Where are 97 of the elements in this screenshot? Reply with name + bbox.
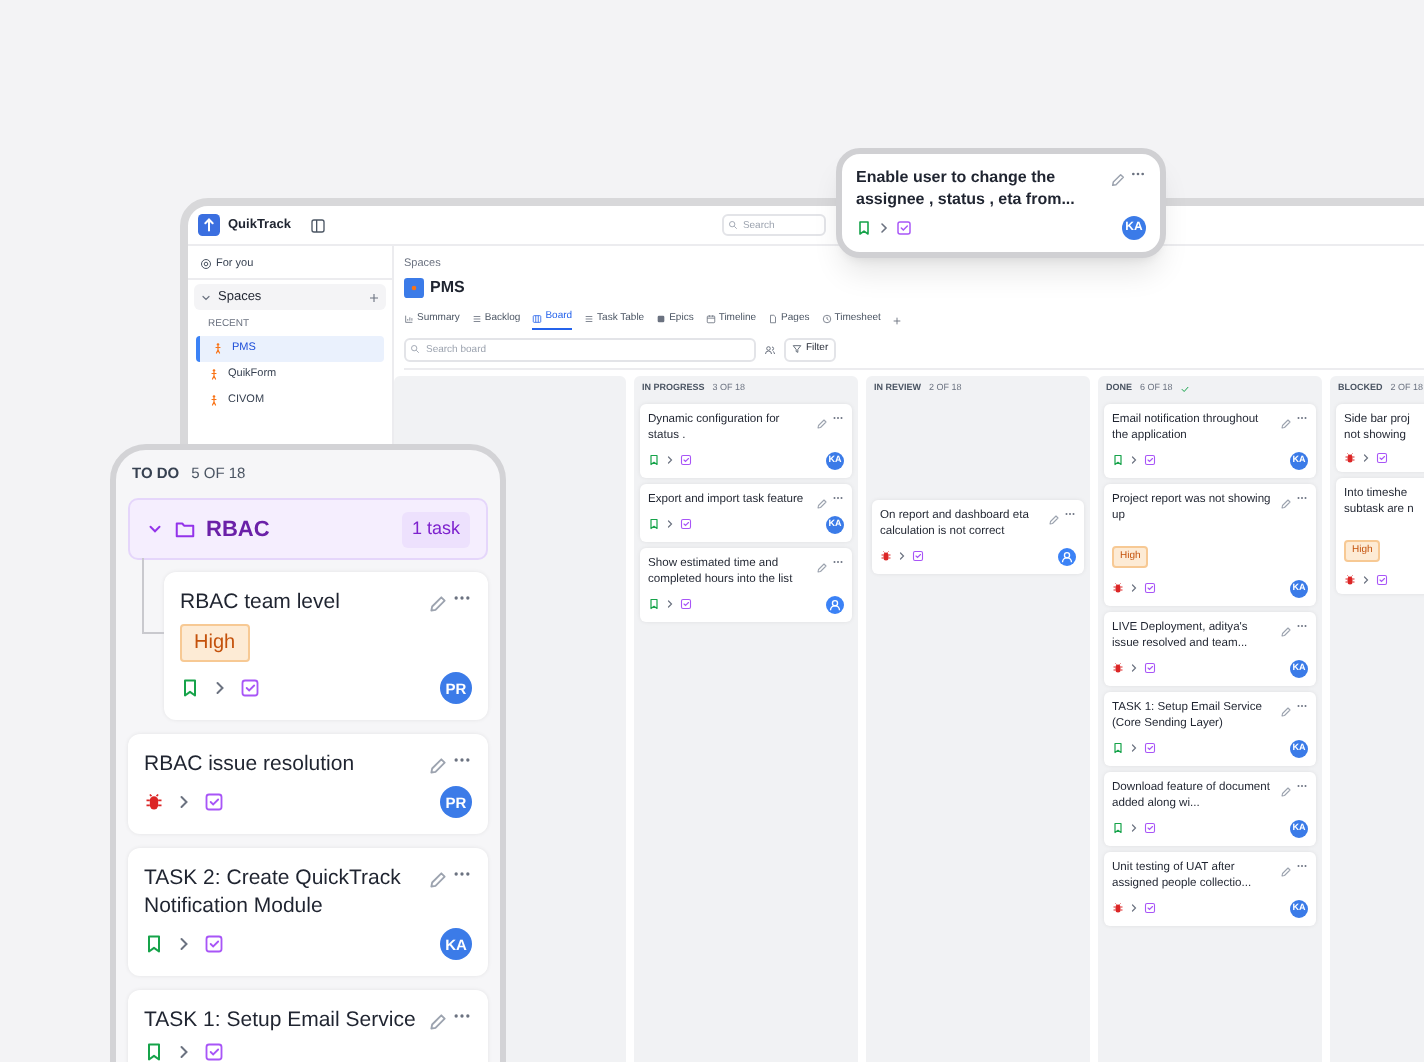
subtask-icon	[680, 598, 692, 611]
people-icon[interactable]	[764, 343, 776, 356]
search-icon	[410, 344, 420, 355]
chart-icon	[404, 314, 414, 324]
bug-icon	[1344, 573, 1356, 586]
user-avatar-icon[interactable]	[1058, 547, 1076, 566]
calendar-icon	[705, 314, 716, 324]
card-title: TASK 1: Setup Email Service	[144, 1006, 418, 1035]
bug-icon	[1344, 451, 1356, 464]
sidebar-toggle-icon[interactable]	[310, 217, 327, 233]
card-title: RBAC team level	[180, 588, 342, 617]
edit-icon[interactable]	[1280, 705, 1292, 718]
chevron-right-icon	[876, 220, 892, 236]
page-icon	[768, 314, 779, 324]
edit-icon[interactable]	[816, 561, 828, 574]
app-logo-icon	[198, 214, 220, 236]
bug-icon	[1112, 662, 1124, 675]
card-title: TASK 2: Create QuickTrack Notification Module	[144, 864, 403, 921]
square-icon	[656, 314, 667, 324]
subtask-icon	[1144, 822, 1156, 835]
search-icon	[728, 220, 739, 230]
bookmark-icon	[1112, 454, 1124, 467]
chevron-right-icon	[896, 550, 908, 563]
page-title: PMS	[430, 276, 465, 301]
task-card[interactable]: TASK 1: Setup Email Service	[128, 990, 488, 1062]
chevron-right-icon	[1128, 822, 1140, 835]
subtask-icon	[1144, 454, 1156, 467]
add-icon[interactable]	[368, 291, 380, 303]
card-title: Enable user to change the assignee , status , eta from...	[856, 166, 1077, 210]
bookmark-icon	[648, 454, 660, 467]
list-icon	[471, 314, 482, 324]
card-title: RBAC issue resolution	[144, 750, 357, 779]
subtask-icon	[240, 678, 260, 699]
figure-icon	[212, 342, 224, 354]
subtask-icon	[680, 518, 692, 531]
subtask-icon	[204, 792, 224, 813]
edit-icon[interactable]	[428, 594, 448, 615]
bookmark-icon	[144, 1042, 164, 1062]
edit-icon[interactable]	[428, 870, 448, 891]
bug-icon	[1112, 902, 1124, 915]
edit-icon[interactable]	[1280, 497, 1292, 510]
edit-icon[interactable]	[1280, 417, 1292, 430]
bookmark-icon	[648, 518, 660, 531]
chevron-right-icon	[664, 518, 676, 531]
subtask-icon	[680, 454, 692, 467]
bookmark-icon	[1112, 822, 1124, 835]
chevron-right-icon	[1128, 742, 1140, 755]
bug-icon	[144, 792, 164, 813]
figure-icon	[208, 394, 220, 406]
chevron-right-icon	[1128, 454, 1140, 467]
chevron-right-icon	[1128, 902, 1140, 915]
edit-icon[interactable]	[816, 497, 828, 510]
subtask-icon	[204, 1042, 224, 1062]
subtask-icon	[1376, 573, 1388, 586]
chevron-right-icon	[1360, 451, 1372, 464]
subtask-icon	[1144, 902, 1156, 915]
figure-icon	[208, 368, 220, 380]
space-icon	[404, 278, 424, 299]
task-count-badge: 1 task	[401, 512, 470, 547]
chevron-right-icon	[1128, 582, 1140, 595]
edit-icon[interactable]	[816, 417, 828, 430]
edit-icon[interactable]	[1280, 625, 1292, 638]
edit-icon[interactable]	[428, 1012, 448, 1033]
chevron-down-icon[interactable]	[200, 291, 212, 303]
bookmark-icon	[648, 598, 660, 611]
bookmark-icon	[180, 678, 200, 699]
filter-icon	[792, 344, 802, 355]
add-tab-icon[interactable]	[892, 315, 903, 325]
bug-icon	[880, 550, 892, 563]
subtask-icon	[1144, 582, 1156, 595]
clock-icon	[821, 314, 832, 324]
chevron-right-icon	[1128, 662, 1140, 675]
edit-icon[interactable]	[1110, 172, 1126, 188]
list-icon	[584, 314, 595, 324]
target-icon	[200, 258, 212, 270]
subtask-icon	[896, 220, 912, 236]
user-avatar-icon[interactable]	[826, 595, 844, 614]
bookmark-icon	[856, 220, 872, 236]
subtask-icon	[1144, 662, 1156, 675]
chevron-right-icon	[664, 454, 676, 467]
edit-icon[interactable]	[1048, 513, 1060, 526]
subtask-icon	[1144, 742, 1156, 755]
board-icon	[532, 313, 543, 323]
group-header[interactable]: RBAC 1 task	[128, 498, 488, 561]
chevron-right-icon	[664, 598, 676, 611]
edit-icon[interactable]	[428, 756, 448, 777]
subtask-icon	[912, 550, 924, 563]
folder-icon	[174, 518, 196, 541]
edit-icon[interactable]	[1280, 785, 1292, 798]
chevron-right-icon	[1360, 573, 1372, 586]
bug-icon	[1112, 582, 1124, 595]
subtask-icon	[1376, 451, 1388, 464]
bookmark-icon	[1112, 742, 1124, 755]
subtask-icon	[204, 934, 224, 955]
priority-tag: High	[180, 624, 250, 663]
bookmark-icon	[144, 934, 164, 955]
edit-icon[interactable]	[1280, 865, 1292, 878]
